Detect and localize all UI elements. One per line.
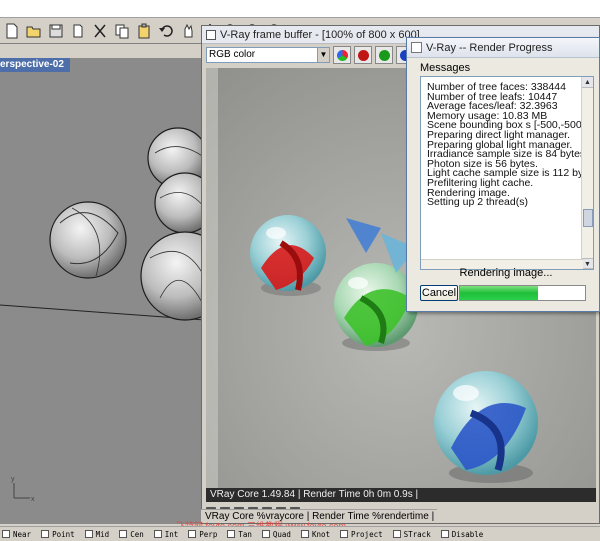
cancel-button[interactable]: Cancel — [420, 285, 458, 301]
sphere-wireframe — [49, 201, 127, 279]
osnap-label: Int — [164, 529, 179, 539]
osnap-checkbox[interactable] — [392, 530, 401, 538]
osnap-checkbox[interactable] — [261, 530, 270, 538]
perspective-viewport[interactable]: x y erspective-02 — [0, 58, 205, 524]
scroll-thumb[interactable] — [583, 209, 593, 227]
channel-value: RGB color — [209, 49, 256, 60]
svg-text:y: y — [11, 476, 15, 483]
osnap-label: Mid — [95, 529, 110, 539]
osnap-label: Point — [52, 529, 75, 539]
osnap-checkbox[interactable] — [440, 530, 449, 538]
print-icon[interactable] — [68, 21, 88, 41]
osnap-label: Project — [351, 529, 383, 539]
osnap-perp[interactable]: Perp — [188, 530, 217, 539]
viewport-title[interactable]: erspective-02 — [0, 58, 70, 72]
sphere-wireframe — [140, 231, 205, 321]
osnap-checkbox[interactable] — [84, 530, 93, 538]
osnap-cen[interactable]: Cen — [119, 530, 144, 539]
messages-list: Number of tree faces: 338444 Number of tr… — [421, 77, 593, 208]
render-progress-bar — [459, 285, 586, 301]
osnap-mid[interactable]: Mid — [84, 529, 110, 539]
messages-scrollbar[interactable]: ▲ ▼ — [581, 77, 593, 269]
osnap-checkbox[interactable] — [188, 530, 197, 538]
osnap-label: Tan — [238, 529, 252, 539]
osnap-project[interactable]: Project — [340, 530, 383, 539]
channel-select[interactable]: RGB color ▼ — [206, 47, 330, 63]
osnap-checkbox[interactable] — [119, 530, 128, 538]
green-channel-icon — [378, 49, 390, 61]
osnap-checkbox[interactable] — [227, 530, 236, 538]
new-file-icon[interactable] — [2, 21, 22, 41]
undo-icon[interactable] — [156, 21, 176, 41]
osnap-near[interactable]: Near — [2, 530, 31, 539]
render-progress-status: Rendering image... — [459, 267, 553, 279]
osnap-tan[interactable]: Tan — [227, 530, 252, 539]
osnap-checkbox[interactable] — [2, 530, 10, 538]
chevron-down-icon: ▼ — [317, 48, 329, 62]
osnap-label: Cen — [130, 529, 144, 539]
osnap-label: STrack — [403, 529, 431, 539]
render-status-bar: VRay Core 1.49.84 | Render Time 0h 0m 0.… — [206, 488, 596, 502]
axis-icon: x y — [11, 476, 35, 503]
osnap-checkbox[interactable] — [41, 530, 50, 538]
osnap-label: Near — [13, 529, 32, 539]
render-progress-fill — [460, 286, 538, 300]
messages-log[interactable]: Number of tree faces: 338444 Number of tr… — [420, 76, 594, 270]
osnap-bar: Near Point Mid Cen Int Perp Tan Quad Knot Project… — [0, 526, 600, 541]
color-channels-button[interactable] — [333, 46, 351, 64]
paste-icon[interactable] — [134, 21, 154, 41]
open-icon[interactable] — [24, 21, 44, 41]
osnap-int[interactable]: Int — [153, 529, 179, 539]
osnap-label: Disable — [451, 529, 484, 539]
title-strip — [0, 0, 600, 18]
cut-icon[interactable] — [90, 21, 110, 41]
osnap-quad[interactable]: Quad — [261, 529, 291, 539]
osnap-knot[interactable]: Knot — [300, 529, 331, 539]
log-line: Setting up 2 thread(s) — [427, 196, 528, 209]
osnap-disable[interactable]: Disable — [440, 529, 484, 539]
window-icon — [206, 29, 216, 40]
color-channels-icon — [336, 49, 348, 61]
messages-group-label: Messages — [418, 62, 473, 74]
osnap-checkbox[interactable] — [153, 530, 162, 538]
frame-buffer-title: V-Ray frame buffer - [100% of 800 x 600] — [220, 28, 420, 41]
osnap-checkbox[interactable] — [340, 530, 349, 538]
red-channel-button[interactable] — [354, 46, 372, 64]
save-icon[interactable] — [46, 21, 66, 41]
osnap-checkbox[interactable] — [300, 530, 309, 538]
osnap-strack[interactable]: STrack — [392, 529, 431, 539]
pan-icon[interactable] — [178, 21, 198, 41]
copy-icon[interactable] — [112, 21, 132, 41]
osnap-point[interactable]: Point — [41, 530, 75, 539]
osnap-label: Knot — [311, 529, 331, 539]
scroll-up-icon[interactable]: ▲ — [582, 77, 593, 88]
window-icon — [411, 42, 422, 53]
red-channel-icon — [357, 49, 369, 61]
osnap-label: Perp — [199, 529, 218, 539]
application-window: x y erspective-02 V-Ray frame buffer - [… — [0, 0, 600, 541]
render-progress-title: V-Ray -- Render Progress — [426, 41, 553, 54]
green-channel-button[interactable] — [375, 46, 393, 64]
osnap-label: Quad — [272, 529, 291, 539]
render-progress-titlebar[interactable]: V-Ray -- Render Progress — [407, 38, 599, 58]
viewport-scene: x y — [0, 127, 205, 503]
svg-text:x: x — [31, 496, 35, 503]
